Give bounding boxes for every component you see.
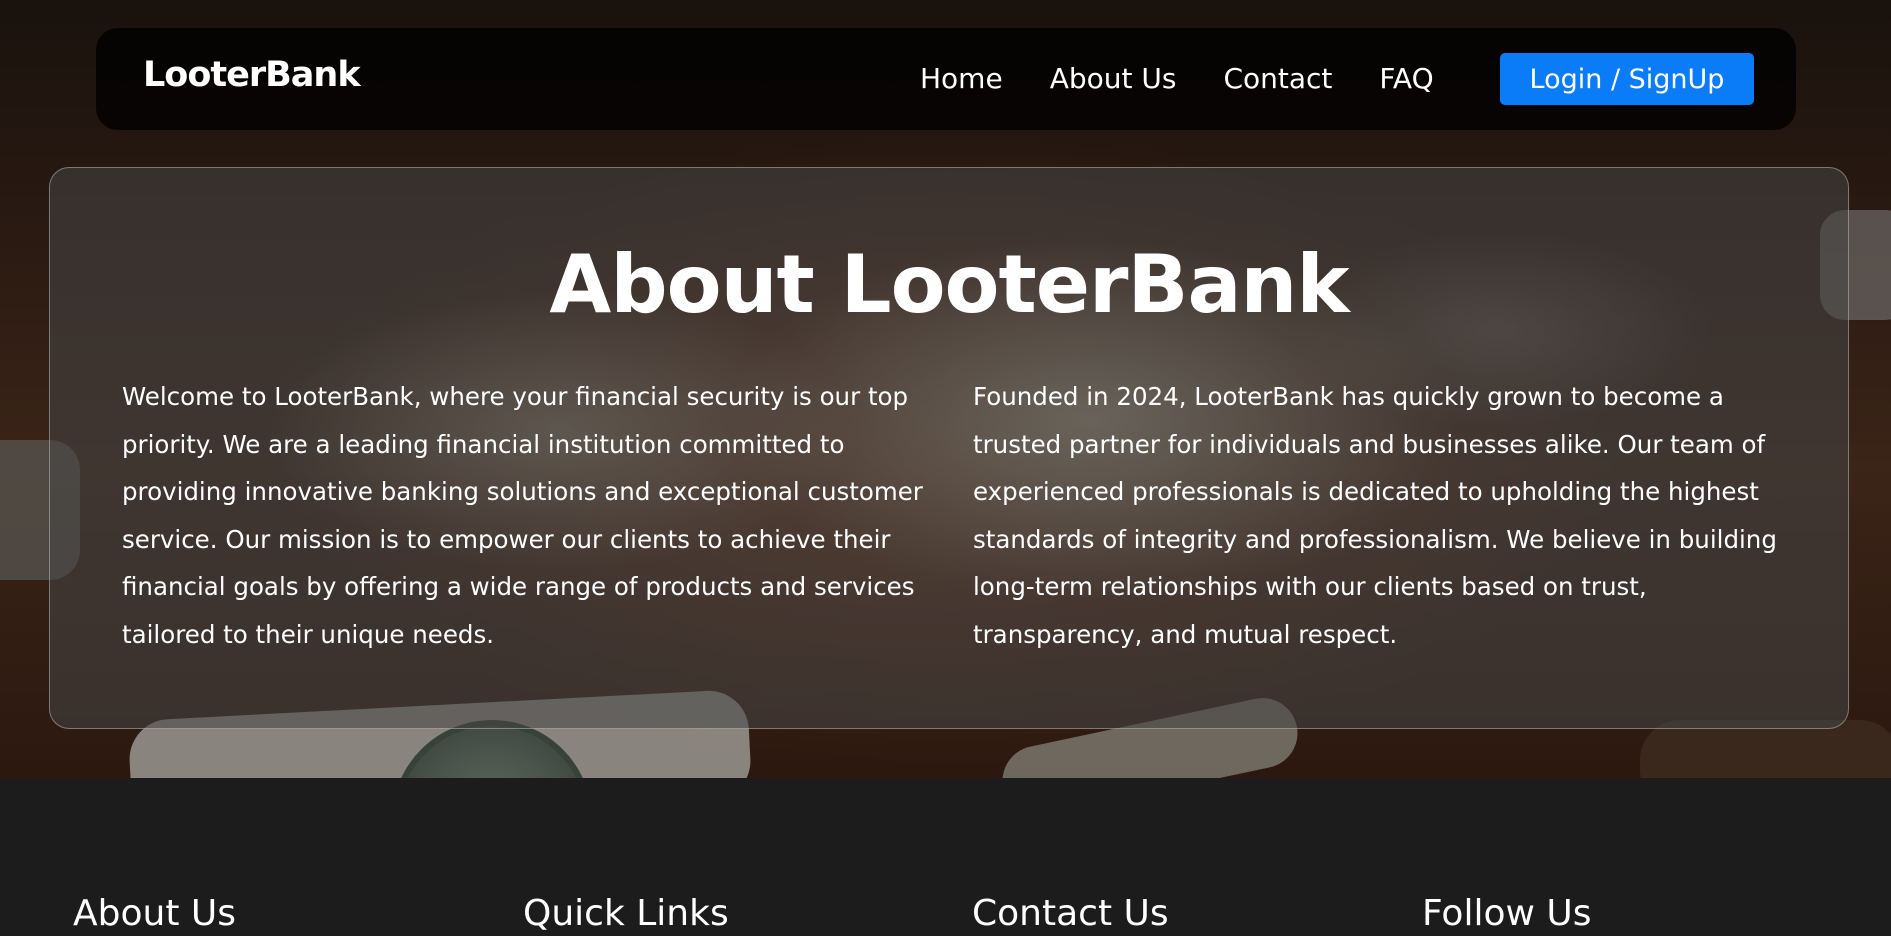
navbar: LooterBank Home About Us Contact FAQ Log…: [96, 28, 1796, 130]
brand-logo[interactable]: LooterBank: [143, 55, 361, 95]
nav-links: Home About Us Contact FAQ: [920, 62, 1434, 95]
hero-section: LooterBank Home About Us Contact FAQ Log…: [0, 0, 1891, 778]
page-title: About LooterBank: [549, 238, 1349, 331]
footer-heading-follow-us: Follow Us: [1422, 893, 1592, 934]
about-paragraph-history: Founded in 2024, LooterBank has quickly …: [973, 382, 1777, 649]
nav-link-about-us[interactable]: About Us: [1050, 62, 1177, 95]
nav-link-contact[interactable]: Contact: [1223, 62, 1332, 95]
nav-link-faq[interactable]: FAQ: [1379, 62, 1433, 95]
login-signup-button[interactable]: Login / SignUp: [1500, 53, 1754, 105]
nav-link-home[interactable]: Home: [920, 62, 1003, 95]
footer: About Us Quick Links Contact Us Follow U…: [0, 778, 1891, 936]
footer-heading-quick-links: Quick Links: [523, 893, 729, 934]
footer-heading-contact-us: Contact Us: [972, 893, 1169, 934]
about-paragraph-mission: Welcome to LooterBank, where your financ…: [122, 382, 923, 649]
footer-heading-about-us: About Us: [73, 893, 236, 934]
about-card: About LooterBank Welcome to LooterBank, …: [49, 167, 1849, 729]
